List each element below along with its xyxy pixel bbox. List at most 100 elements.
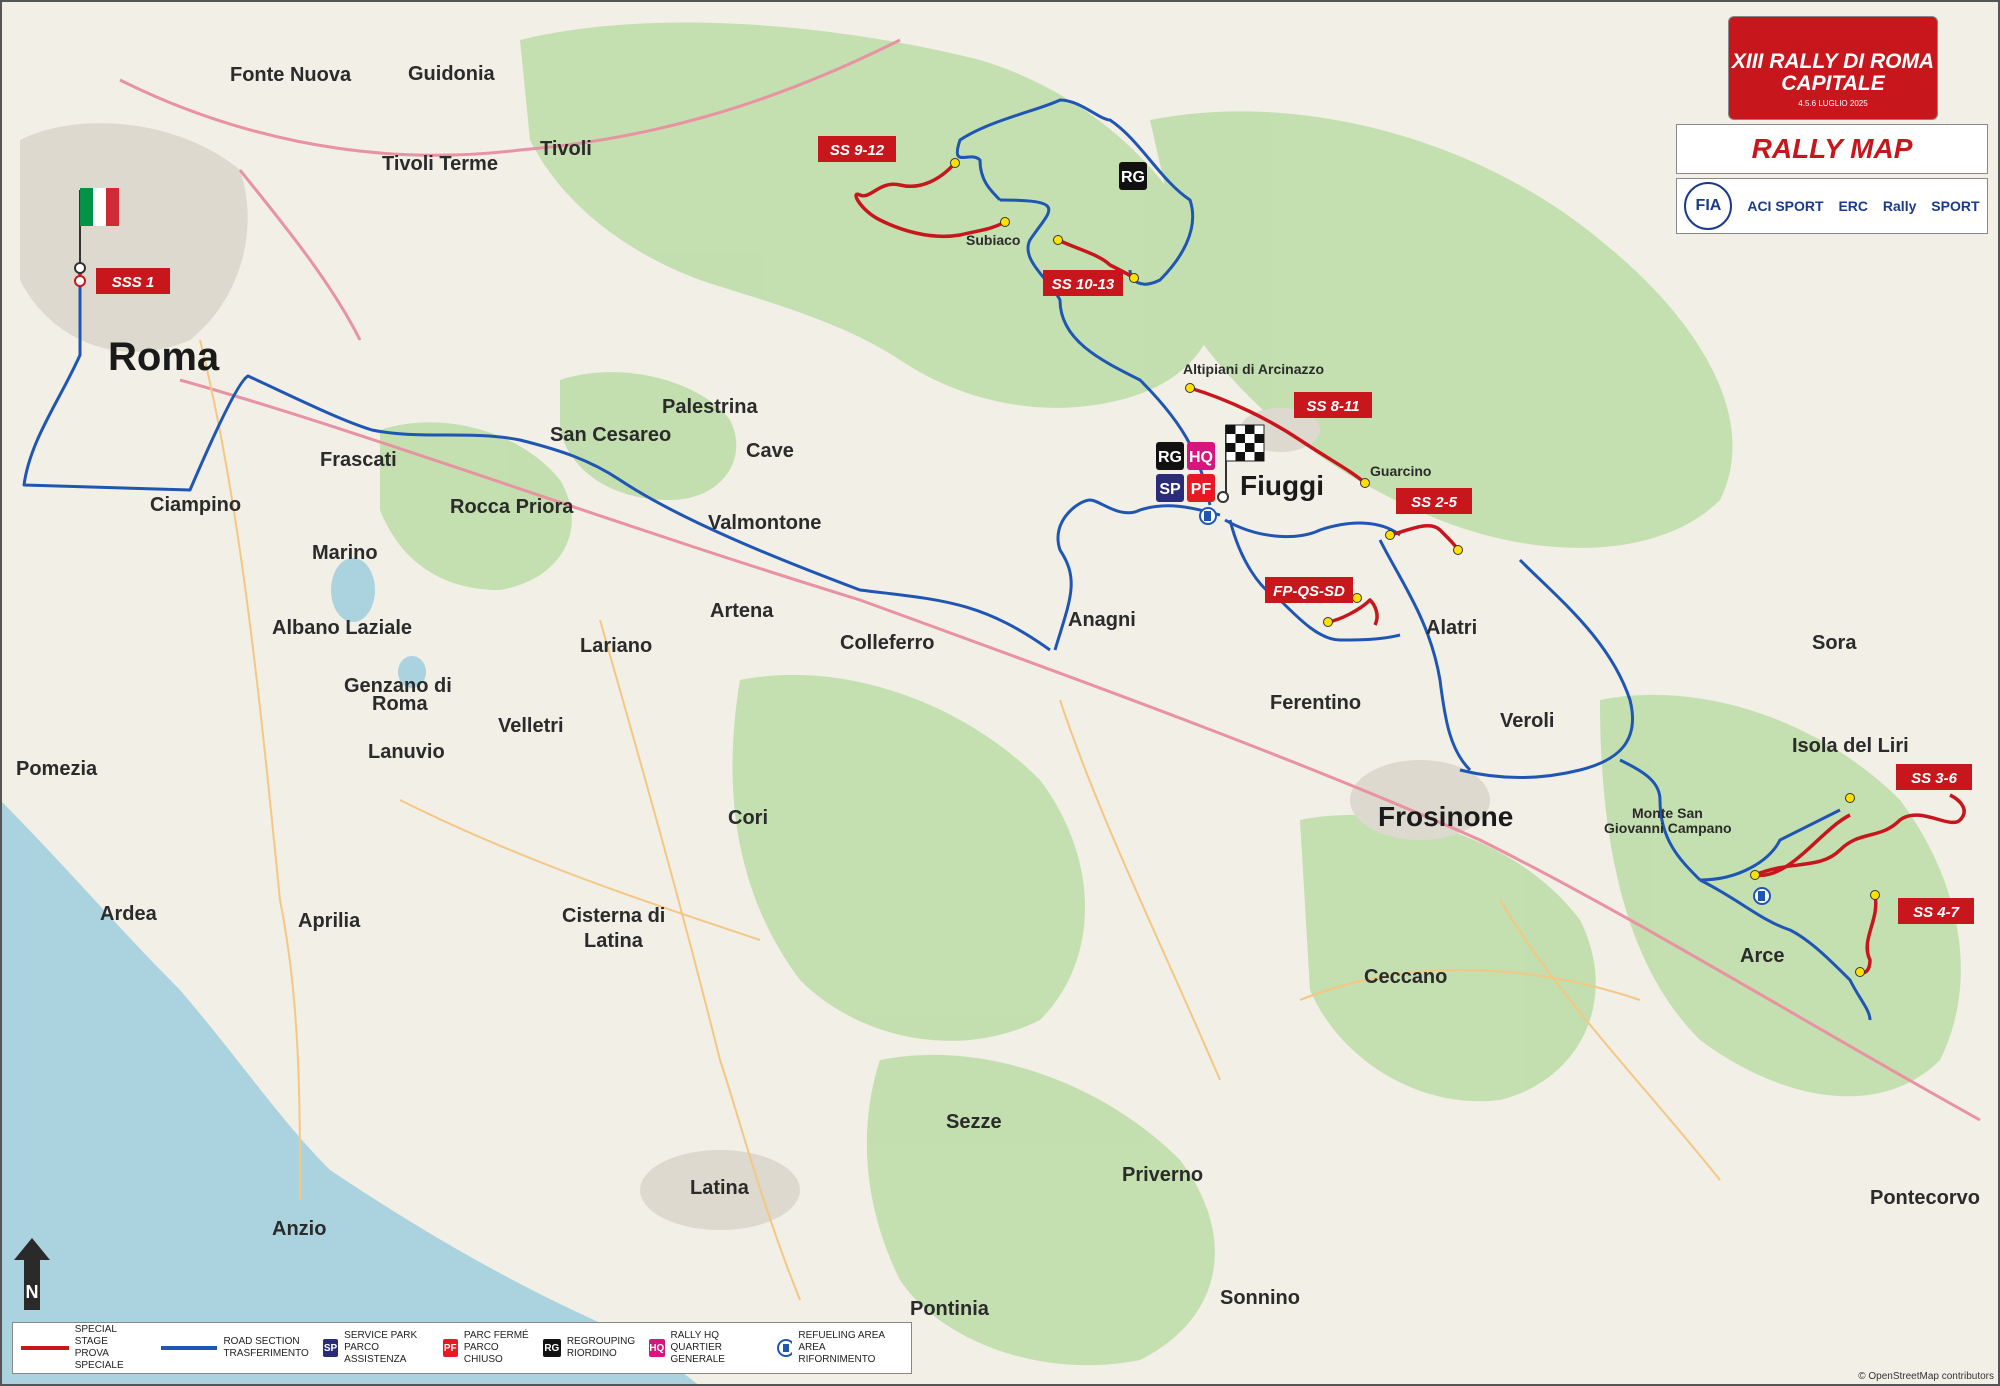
label-sora: Sora — [1812, 632, 1857, 654]
svg-text:SP: SP — [1159, 481, 1181, 498]
svg-text:HQ: HQ — [1189, 449, 1213, 466]
red-line-icon — [21, 1346, 69, 1350]
event-title-line2: CAPITALE — [1781, 72, 1885, 95]
north-arrow-icon: N — [14, 1238, 50, 1310]
svg-text:SS 4-7: SS 4-7 — [1913, 904, 1960, 921]
stage-badge-ss2-5: SS 2-5 — [1396, 488, 1472, 514]
label-frosinone: Frosinone — [1378, 801, 1513, 832]
label-artena: Artena — [710, 600, 774, 622]
svg-text:PF: PF — [1191, 481, 1212, 498]
label-fonte-nuova: Fonte Nuova — [230, 64, 352, 86]
label-cave: Cave — [746, 440, 794, 462]
legend-item-special-stage: SPECIAL STAGE PROVA SPECIALE — [21, 1324, 147, 1372]
label-veroli: Veroli — [1500, 710, 1554, 732]
label-pontinia: Pontinia — [910, 1298, 990, 1320]
blue-line-icon — [161, 1346, 218, 1350]
label-rocca-priora: Rocca Priora — [450, 496, 574, 518]
north-label: N — [26, 1282, 39, 1302]
label-albano: Albano Laziale — [272, 617, 412, 639]
sponsor-sport-logo: SPORT — [1931, 198, 1980, 214]
label-sonnino: Sonnino — [1220, 1287, 1300, 1309]
label-ferentino: Ferentino — [1270, 692, 1361, 714]
legend-item-parc-ferme: PF PARC FERMÉ PARCO CHIUSO — [442, 1330, 529, 1365]
label-ceccano: Ceccano — [1364, 966, 1447, 988]
map-title: RALLY MAP — [1751, 133, 1913, 164]
event-dates: 4.5.6 LUGLIO 2025 — [1798, 99, 1868, 108]
stage-badge-fp: FP-QS-SD — [1265, 577, 1353, 603]
label-sezze: Sezze — [946, 1111, 1002, 1133]
label-cisterna-1: Cisterna di — [562, 905, 665, 927]
marker-rg-fiuggi: RG — [1156, 442, 1184, 470]
label-alatri: Alatri — [1426, 617, 1477, 639]
refuel-icon-arce — [1753, 887, 1771, 905]
label-ciampino: Ciampino — [150, 494, 241, 516]
svg-text:SS 10-13: SS 10-13 — [1052, 276, 1115, 293]
label-fiuggi: Fiuggi — [1240, 470, 1324, 501]
legend-item-service-park: SP SERVICE PARK PARCO ASSISTENZA — [322, 1330, 418, 1365]
label-frascati: Frascati — [320, 449, 397, 471]
label-lariano: Lariano — [580, 635, 652, 657]
stage-badge-ss4-7: SS 4-7 — [1898, 898, 1974, 924]
svg-text:RG: RG — [1158, 449, 1182, 466]
label-pontecorvo: Pontecorvo — [1870, 1187, 1980, 1209]
stage-badge-ss8-11: SS 8-11 — [1294, 392, 1372, 418]
stage-badge-sss1: SSS 1 — [96, 268, 170, 294]
hq-icon: HQ — [649, 1339, 665, 1357]
sponsor-bar: FIA ACI SPORT ERC Rally SPORT — [1676, 178, 1988, 234]
label-san-cesareo: San Cesareo — [550, 424, 671, 446]
label-palestrina: Palestrina — [662, 396, 758, 418]
svg-text:RG: RG — [1121, 169, 1145, 186]
legend-item-rally-hq: HQ RALLY HQ QUARTIER GENERALE — [649, 1330, 725, 1365]
svg-text:SS 2-5: SS 2-5 — [1411, 494, 1458, 511]
refuel-icon — [777, 1339, 793, 1357]
label-colleferro: Colleferro — [840, 632, 934, 654]
pf-icon: PF — [442, 1339, 458, 1357]
sponsor-aci-logo: ACI SPORT — [1747, 198, 1824, 214]
label-roma: Roma — [108, 335, 220, 379]
sponsor-rally-logo: Rally — [1882, 198, 1917, 214]
event-title-line1: XIII RALLY DI ROMA — [1731, 50, 1935, 73]
marker-sp: SP — [1156, 474, 1184, 502]
label-priverno: Priverno — [1122, 1164, 1203, 1186]
label-ardea: Ardea — [100, 903, 158, 925]
legend-item-regrouping: RG REGROUPING RIORDINO — [542, 1336, 636, 1359]
map-credit: © OpenStreetMap contributors — [1858, 1371, 1994, 1382]
svg-text:SS 8-11: SS 8-11 — [1306, 398, 1359, 415]
label-isola: Isola del Liri — [1792, 735, 1909, 757]
label-anagni: Anagni — [1068, 609, 1136, 631]
label-latina: Latina — [690, 1177, 750, 1199]
stage-badge-ss10-13: SS 10-13 — [1043, 270, 1123, 296]
label-guidonia: Guidonia — [408, 63, 496, 85]
label-arce: Arce — [1740, 945, 1784, 967]
label-cisterna-2: Latina — [584, 930, 644, 952]
label-cori: Cori — [728, 807, 768, 829]
label-monte-san-2: Giovanni Campano — [1604, 820, 1732, 836]
label-marino: Marino — [312, 542, 378, 564]
label-subiaco: Subiaco — [966, 232, 1020, 248]
label-lanuvio: Lanuvio — [368, 741, 445, 763]
svg-text:SSS 1: SSS 1 — [112, 274, 155, 291]
stage-badge-ss3-6: SS 3-6 — [1896, 764, 1972, 790]
legend-item-road-section: ROAD SECTION TRASFERIMENTO — [161, 1336, 309, 1360]
label-tivoli: Tivoli — [540, 138, 592, 160]
lake-albano — [331, 558, 375, 622]
label-aprilia: Aprilia — [298, 910, 361, 932]
label-pomezia: Pomezia — [16, 758, 98, 780]
sponsor-fia-logo: FIA — [1684, 182, 1733, 230]
legend-item-refueling: REFUELING AREA AREA RIFORNIMENTO — [777, 1330, 889, 1366]
legend: SPECIAL STAGE PROVA SPECIALE ROAD SECTION… — [12, 1322, 912, 1374]
label-tivoli-terme: Tivoli Terme — [382, 153, 498, 175]
label-guarcino: Guarcino — [1370, 463, 1431, 479]
sponsor-erc-logo: ERC — [1838, 198, 1869, 214]
marker-pf: PF — [1187, 474, 1215, 502]
sp-icon: SP — [322, 1339, 339, 1357]
refuel-icon-fiuggi — [1199, 507, 1217, 525]
stage-badge-ss9-12: SS 9-12 — [818, 136, 896, 162]
label-genzano-2: Roma — [372, 693, 428, 715]
label-valmontone: Valmontone — [708, 512, 821, 534]
label-monte-san-1: Monte San — [1632, 805, 1703, 821]
event-logo: XIII RALLY DI ROMA CAPITALE 4.5.6 LUGLIO… — [1728, 16, 1938, 120]
map-title-box: RALLY MAP — [1676, 124, 1988, 174]
label-altipiani: Altipiani di Arcinazzo — [1183, 361, 1324, 377]
label-anzio: Anzio — [272, 1218, 326, 1240]
